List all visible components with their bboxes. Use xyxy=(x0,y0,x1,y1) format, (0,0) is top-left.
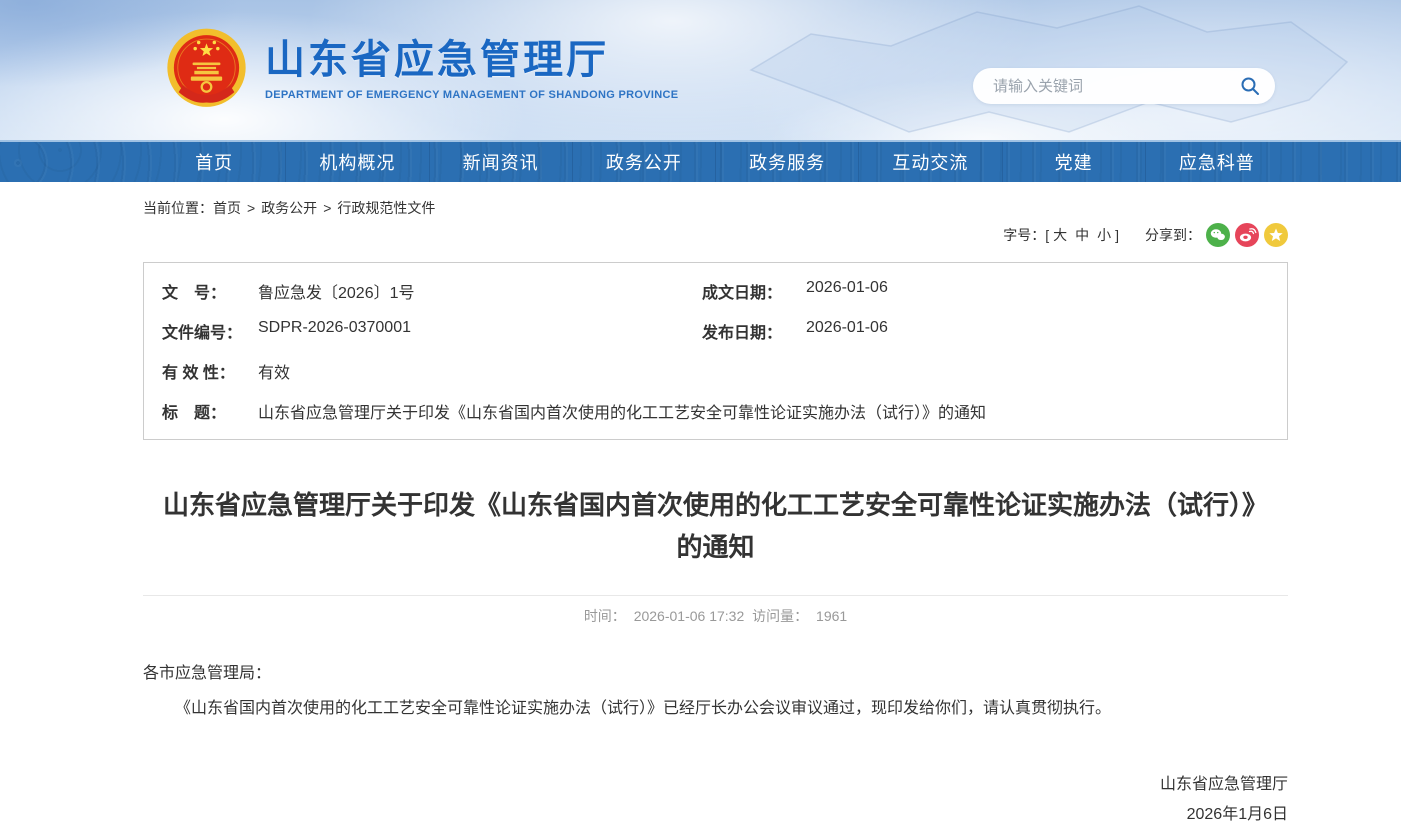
written-date-label: 成文日期： xyxy=(702,279,806,303)
nav-item-party[interactable]: 党建 xyxy=(1002,142,1145,182)
nav-item-about[interactable]: 机构概况 xyxy=(285,142,428,182)
file-code-label: 文件编号： xyxy=(162,319,258,343)
font-size-small-button[interactable]: 小 xyxy=(1097,225,1111,245)
file-code-value: SDPR-2026-0370001 xyxy=(258,319,411,343)
site-header: 山东省应急管理厅 DEPARTMENT OF EMERGENCY MANAGEM… xyxy=(0,0,1401,140)
nav-item-emergency-science[interactable]: 应急科普 xyxy=(1145,142,1288,182)
site-name-english: DEPARTMENT OF EMERGENCY MANAGEMENT OF SH… xyxy=(265,89,678,101)
doc-title-value: 山东省应急管理厅关于印发《山东省国内首次使用的化工工艺安全可靠性论证实施办法（试… xyxy=(258,399,986,423)
table-row: 文 号： 鲁应急发〔2026〕1号 成文日期： 2026-01-06 xyxy=(144,271,1287,311)
font-size-label-close: ] xyxy=(1115,227,1119,243)
signature-date: 2026年1月6日 xyxy=(143,800,1288,830)
salutation: 各市应急管理局： xyxy=(143,658,1288,689)
time-value: 2026-01-06 17:32 xyxy=(634,608,745,624)
visits-label: 访问量： xyxy=(752,608,808,624)
share-weibo-button[interactable] xyxy=(1235,223,1259,247)
doc-number-value: 鲁应急发〔2026〕1号 xyxy=(258,279,415,303)
nav-item-news[interactable]: 新闻资讯 xyxy=(429,142,572,182)
article-body: 各市应急管理局： 《山东省国内首次使用的化工工艺安全可靠性论证实施办法（试行）》… xyxy=(143,658,1288,724)
font-size-medium-button[interactable]: 中 xyxy=(1075,225,1089,245)
publish-date-value: 2026-01-06 xyxy=(806,319,888,343)
signature-org: 山东省应急管理厅 xyxy=(143,770,1288,800)
written-date-value: 2026-01-06 xyxy=(806,279,888,303)
main-nav: 首页 机构概况 新闻资讯 政务公开 政务服务 互动交流 党建 应急科普 xyxy=(0,140,1401,182)
document-info-table: 文 号： 鲁应急发〔2026〕1号 成文日期： 2026-01-06 文件编号：… xyxy=(143,262,1288,440)
nav-item-interaction[interactable]: 互动交流 xyxy=(858,142,1001,182)
table-row: 有 效 性： 有效 xyxy=(144,351,1287,391)
article-meta: 时间： 2026-01-06 17:32 访问量： 1961 xyxy=(143,596,1288,634)
doc-number-label: 文 号： xyxy=(162,279,258,303)
time-label: 时间： xyxy=(584,608,626,624)
font-size-large-button[interactable]: 大 xyxy=(1053,225,1067,245)
nav-item-gov-services[interactable]: 政务服务 xyxy=(715,142,858,182)
doc-title-label: 标 题： xyxy=(162,399,258,423)
site-title-block: 山东省应急管理厅 DEPARTMENT OF EMERGENCY MANAGEM… xyxy=(265,38,678,101)
nav-item-home[interactable]: 首页 xyxy=(143,142,285,182)
qzone-star-icon xyxy=(1264,223,1288,247)
signature-block: 山东省应急管理厅 2026年1月6日 xyxy=(143,770,1288,830)
table-row: 标 题： 山东省应急管理厅关于印发《山东省国内首次使用的化工工艺安全可靠性论证实… xyxy=(144,391,1287,431)
table-row: 文件编号： SDPR-2026-0370001 发布日期： 2026-01-06 xyxy=(144,311,1287,351)
breadcrumb-regulatory-files[interactable]: 行政规范性文件 xyxy=(337,200,435,216)
article-title: 山东省应急管理厅关于印发《山东省国内首次使用的化工工艺安全可靠性论证实施办法（试… xyxy=(163,484,1268,568)
search-input[interactable] xyxy=(991,77,1237,96)
validity-value: 有效 xyxy=(258,359,290,383)
main-content: 当前位置：首页 > 政务公开 > 行政规范性文件 字号：[ 大 中 小 ] 分享到： xyxy=(143,182,1288,830)
site-logo-link[interactable]: 山东省应急管理厅 DEPARTMENT OF EMERGENCY MANAGEM… xyxy=(163,26,678,113)
breadcrumb-separator: > xyxy=(323,200,331,216)
search-button[interactable] xyxy=(1237,73,1263,99)
national-emblem-icon xyxy=(163,26,250,113)
publish-date-label: 发布日期： xyxy=(702,319,806,343)
visits-value: 1961 xyxy=(816,608,847,624)
search-box xyxy=(973,68,1275,104)
breadcrumb: 当前位置：首页 > 政务公开 > 行政规范性文件 xyxy=(143,182,1288,218)
validity-label: 有 效 性： xyxy=(162,359,258,383)
site-name: 山东省应急管理厅 xyxy=(265,38,678,82)
breadcrumb-separator: > xyxy=(247,200,255,216)
breadcrumb-label: 当前位置： xyxy=(143,200,213,216)
share-label: 分享到： xyxy=(1145,225,1201,245)
share-wechat-button[interactable] xyxy=(1206,223,1230,247)
article-toolbar: 字号：[ 大 中 小 ] 分享到： xyxy=(143,220,1288,250)
share-qzone-button[interactable] xyxy=(1264,223,1288,247)
breadcrumb-home[interactable]: 首页 xyxy=(213,200,241,216)
breadcrumb-gov-disclosure[interactable]: 政务公开 xyxy=(261,200,317,216)
wechat-icon xyxy=(1206,223,1230,247)
font-size-label: 字号：[ xyxy=(1003,225,1049,245)
body-paragraph: 《山东省国内首次使用的化工工艺安全可靠性论证实施办法（试行）》已经厅长办公会议审… xyxy=(143,693,1288,724)
nav-item-gov-disclosure[interactable]: 政务公开 xyxy=(572,142,715,182)
weibo-icon xyxy=(1235,223,1259,247)
search-icon xyxy=(1239,75,1261,97)
